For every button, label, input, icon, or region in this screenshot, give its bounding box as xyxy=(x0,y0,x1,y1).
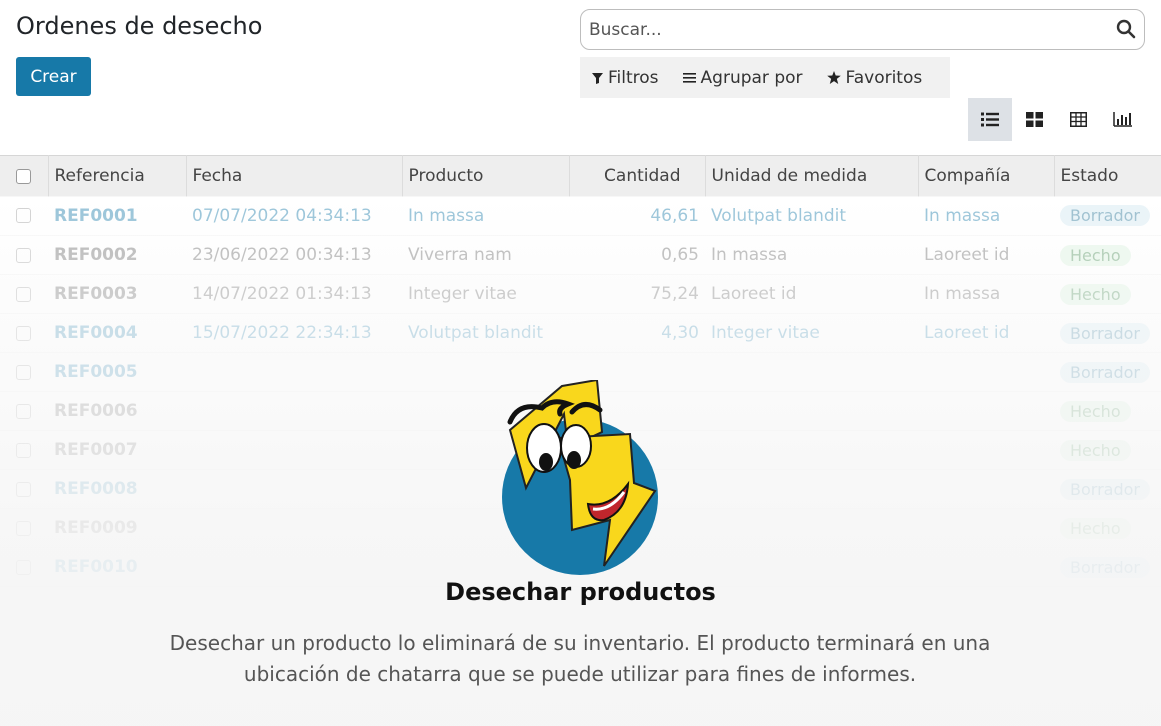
bars-icon xyxy=(682,73,696,83)
pivot-view-button[interactable] xyxy=(1056,98,1100,141)
group-by-button[interactable]: Agrupar por xyxy=(682,67,803,88)
pivot-view-icon xyxy=(1069,112,1087,127)
select-all-checkbox[interactable] xyxy=(16,168,31,184)
header-product[interactable]: Producto xyxy=(402,155,570,197)
helper-title: Desechar productos xyxy=(445,578,716,606)
filters-button[interactable]: Filtros xyxy=(592,68,659,88)
view-switcher xyxy=(968,98,1144,141)
favorites-button[interactable]: Favoritos xyxy=(826,67,923,88)
header-date[interactable]: Fecha xyxy=(186,155,403,197)
list-view-button[interactable] xyxy=(968,98,1012,141)
graph-view-button[interactable] xyxy=(1100,98,1144,141)
graph-view-icon xyxy=(1112,112,1132,127)
list-view-icon xyxy=(981,112,999,127)
select-all-cell xyxy=(0,155,49,197)
filters-label: Filtros xyxy=(608,67,659,88)
header-uom[interactable]: Unidad de medida xyxy=(705,155,919,197)
table-header: Referencia Fecha Producto Cantidad Unida… xyxy=(0,155,1161,197)
header-state[interactable]: Estado xyxy=(1054,156,1161,197)
kanban-view-button[interactable] xyxy=(1012,98,1056,141)
search-options: Filtros Agrupar por Favoritos xyxy=(580,57,950,98)
page-title: Ordenes de desecho xyxy=(16,12,263,40)
create-button[interactable]: Crear xyxy=(16,57,91,96)
favorites-label: Favoritos xyxy=(845,67,923,88)
mascot-icon xyxy=(502,380,658,575)
header-company[interactable]: Compañía xyxy=(918,155,1055,197)
kanban-view-icon xyxy=(1025,112,1043,127)
header-reference[interactable]: Referencia xyxy=(48,155,187,197)
star-icon xyxy=(826,71,841,84)
filter-icon xyxy=(592,72,603,84)
search-bar xyxy=(580,9,1145,50)
group-by-label: Agrupar por xyxy=(700,67,803,88)
header-quantity[interactable]: Cantidad xyxy=(569,155,706,197)
helper-text: Desechar un producto lo eliminará de su … xyxy=(169,631,991,686)
search-input[interactable] xyxy=(589,18,1109,42)
control-panel: Ordenes de desecho Crear Filtros Agrupar… xyxy=(0,0,1161,155)
search-icon[interactable] xyxy=(1116,19,1136,39)
